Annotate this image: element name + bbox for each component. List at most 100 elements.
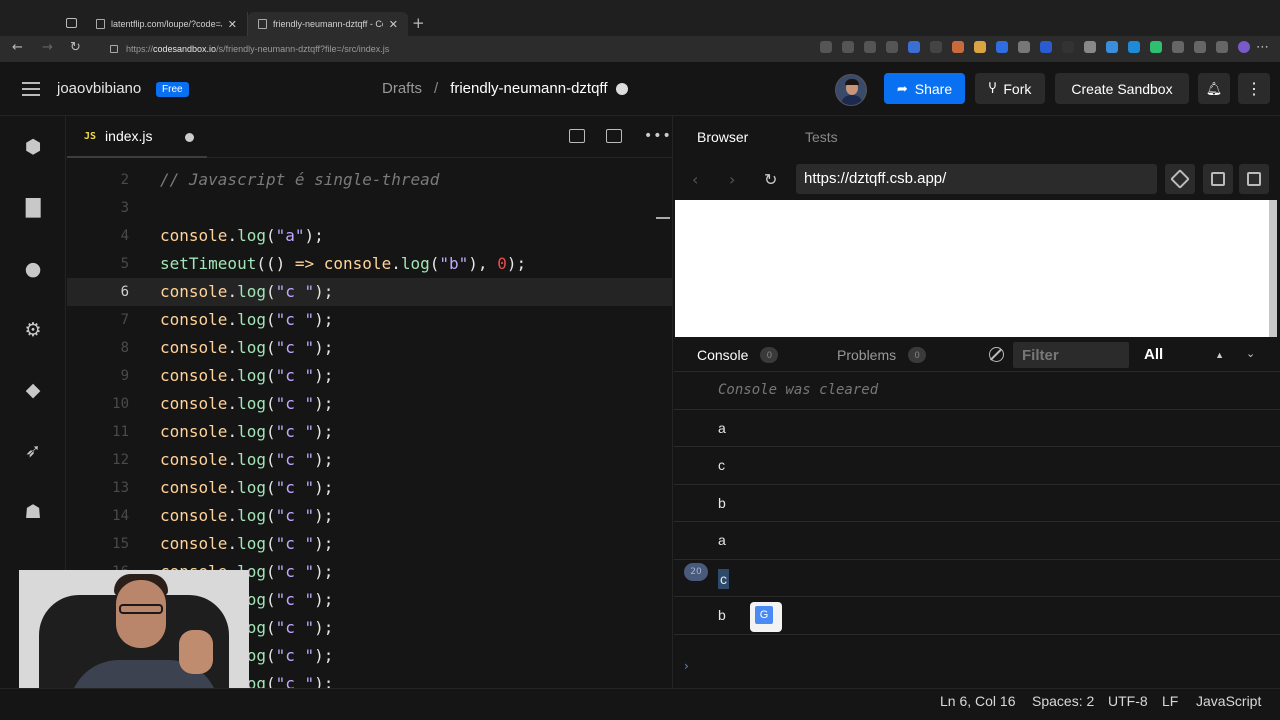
fullscreen-button[interactable] (1239, 164, 1269, 194)
code-line[interactable]: 2 // Javascript é single-thread (67, 166, 673, 194)
status-bar: Ln 6, Col 16 Spaces: 2 UTF-8 LF JavaScri… (0, 688, 1280, 720)
tab-problems[interactable]: Problems 0 (837, 347, 927, 363)
line-number: 14 (112, 508, 129, 524)
code-line[interactable]: 8 console.log("c "); (67, 334, 673, 362)
menu-icon[interactable] (22, 82, 40, 100)
code-line[interactable]: 6 console.log("c "); (67, 278, 673, 306)
language-mode[interactable]: JavaScript (1196, 693, 1261, 709)
forward-icon[interactable]: → (42, 40, 53, 55)
log-level-select[interactable]: All ▲ (1136, 342, 1236, 368)
open-window-button[interactable] (1203, 164, 1233, 194)
code-line[interactable]: 4 console.log("a"); (67, 222, 673, 250)
code-line[interactable]: 13 console.log("c "); (67, 474, 673, 502)
extension-icon[interactable] (1018, 41, 1030, 53)
preview-url-field[interactable]: https://dztqff.csb.app/ (796, 164, 1157, 194)
extension-icon[interactable] (974, 41, 986, 53)
extension-icon[interactable] (1062, 41, 1074, 53)
more-icon[interactable]: ⋯ (1256, 40, 1269, 55)
create-sandbox-button[interactable]: Create Sandbox (1055, 73, 1189, 104)
extension-icon[interactable] (952, 41, 964, 53)
forward-icon[interactable]: › (729, 170, 735, 189)
browser-tab-loupe[interactable]: latentflip.com/loupe/?code=JC ✕ (86, 12, 248, 36)
tab-browser[interactable]: Browser (697, 129, 748, 145)
console-entry[interactable]: c (674, 447, 1280, 485)
indentation-setting[interactable]: Spaces: 2 (1032, 693, 1094, 709)
username[interactable]: joaovbibiano (57, 80, 141, 97)
profile-icon[interactable] (1238, 41, 1250, 53)
more-menu-button[interactable]: ⋮ (1238, 73, 1270, 104)
file-tab-index-js[interactable]: JS index.js (67, 116, 207, 158)
extension-icon[interactable] (820, 41, 832, 53)
back-icon[interactable]: ← (12, 40, 23, 55)
extension-icon[interactable] (1150, 41, 1162, 53)
close-icon[interactable]: ✕ (228, 18, 237, 31)
extension-icon[interactable] (1040, 41, 1052, 53)
unsaved-dot-icon[interactable] (185, 133, 194, 142)
preview-scrollbar[interactable] (1269, 200, 1277, 337)
clear-console-icon[interactable] (989, 347, 1004, 362)
code-line[interactable]: 5 setTimeout(() => console.log("b"), 0); (67, 250, 673, 278)
share-button[interactable]: ➦ Share (884, 73, 965, 104)
console-entry[interactable]: a (674, 522, 1280, 560)
code-line[interactable]: 9 console.log("c "); (67, 362, 673, 390)
preview-icon[interactable] (606, 129, 622, 143)
extension-icon[interactable] (864, 41, 876, 53)
code-line[interactable]: 12 console.log("c "); (67, 446, 673, 474)
chevron-down-icon[interactable]: ⌄ (1246, 347, 1255, 360)
code-line[interactable]: 7 console.log("c "); (67, 306, 673, 334)
split-view-icon[interactable] (569, 129, 585, 143)
console-entry[interactable]: b (674, 485, 1280, 522)
browser-tab-codesandbox[interactable]: friendly-neumann-dztqff - Coc ✕ (248, 12, 408, 36)
code-line[interactable]: 11 console.log("c "); (67, 418, 673, 446)
refresh-icon[interactable]: ↻ (764, 170, 777, 189)
extension-icon[interactable] (930, 41, 942, 53)
tab-tests[interactable]: Tests (805, 129, 838, 145)
file-icon[interactable]: ▇ (22, 196, 44, 218)
window-menu-icon[interactable] (66, 18, 77, 28)
gear-icon[interactable]: ⚙ (22, 319, 44, 341)
extension-icon[interactable] (908, 41, 920, 53)
rocket-icon[interactable]: ➶ (22, 440, 44, 462)
extension-icon[interactable] (1084, 41, 1096, 53)
code-line[interactable]: 10 console.log("c "); (67, 390, 673, 418)
console-prompt-icon[interactable]: › (684, 659, 689, 673)
cursor-position[interactable]: Ln 6, Col 16 (940, 693, 1016, 709)
extension-icon[interactable] (1106, 41, 1118, 53)
breadcrumb-drafts[interactable]: Drafts (382, 80, 422, 97)
search-icon[interactable]: ● (22, 258, 44, 280)
console-entry[interactable]: a (674, 410, 1280, 447)
users-icon[interactable]: ☗ (22, 501, 44, 523)
translate-icon[interactable] (750, 602, 782, 632)
encoding-setting[interactable]: UTF-8 (1108, 693, 1148, 709)
reload-icon[interactable]: ↻ (70, 40, 81, 55)
collections-icon[interactable] (1216, 41, 1228, 53)
open-devtools-button[interactable] (1165, 164, 1195, 194)
line-ending-setting[interactable]: LF (1162, 693, 1178, 709)
console-entry[interactable]: b (674, 597, 1280, 635)
fork-button[interactable]: Ⴤ Fork (975, 73, 1045, 104)
extension-icon[interactable] (1128, 41, 1140, 53)
tab-console[interactable]: Console 0 (697, 347, 779, 363)
code-line[interactable]: 3 (67, 194, 673, 222)
console-filter-input[interactable] (1013, 342, 1129, 368)
avatar[interactable] (835, 74, 867, 106)
console-entry[interactable]: 20 c (674, 560, 1280, 597)
console-entry[interactable]: Console was cleared (674, 372, 1280, 410)
back-icon[interactable]: ‹ (692, 170, 698, 189)
extension-icon[interactable] (842, 41, 854, 53)
code-line[interactable]: 15 console.log("c "); (67, 530, 673, 558)
favorites-icon[interactable] (1194, 41, 1206, 53)
console-header: Console 0 Problems 0 All ▲ ⌄ (674, 338, 1280, 372)
code-line[interactable]: 14 console.log("c "); (67, 502, 673, 530)
extension-icon[interactable] (996, 41, 1008, 53)
new-tab-icon[interactable]: + (412, 14, 425, 32)
extension-icon[interactable] (1172, 41, 1184, 53)
preview-frame[interactable] (675, 200, 1269, 337)
close-icon[interactable]: ✕ (389, 18, 398, 31)
notifications-button[interactable]: 🔔︎ (1198, 73, 1230, 104)
project-name[interactable]: friendly-neumann-dztqff (450, 80, 607, 97)
more-icon[interactable]: ••• (644, 128, 672, 144)
github-icon[interactable]: ◆ (22, 379, 44, 401)
cube-icon[interactable]: ⬢ (22, 136, 44, 158)
extension-icon[interactable] (886, 41, 898, 53)
